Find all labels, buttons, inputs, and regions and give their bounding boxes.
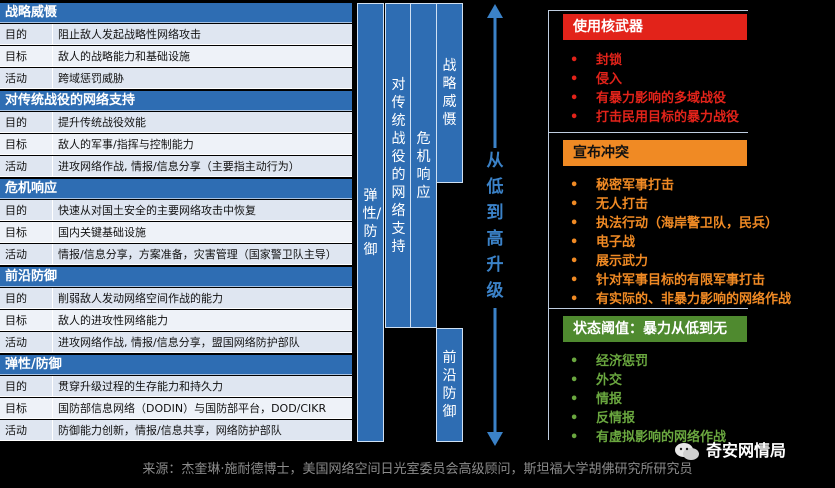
row-value: 情报/信息分享，方案准备，灾害管理（国家警卫队主导） bbox=[52, 244, 352, 264]
row-key: 活动 bbox=[5, 72, 27, 85]
row-key: 目标 bbox=[5, 226, 27, 239]
divider-mid-1 bbox=[548, 132, 748, 133]
column-label: 战略威慑 bbox=[442, 58, 457, 128]
level-list-state-threshold: • 经济惩罚 • 外交 • 情报 • 反情报 • 有虚拟影响的网络作战 bbox=[568, 352, 726, 447]
table-row: 目的 提升传统战役效能 bbox=[0, 112, 352, 133]
row-value: 敌人的军事/指挥与控制能力 bbox=[52, 134, 352, 154]
list-item: • 秘密军事打击 bbox=[570, 178, 675, 193]
column-strategic-deterrence: 战略威慑 bbox=[436, 3, 463, 183]
divider-vertical bbox=[548, 10, 549, 440]
list-item: • 打击民用目标的暴力战役 bbox=[570, 110, 740, 125]
section-title-resilience-defense: 弹性/防御 bbox=[0, 355, 352, 375]
row-value: 跨域惩罚威胁 bbox=[52, 68, 352, 88]
row-value: 国防部信息网络（DODIN）与国防部平台，DOD/CIKR bbox=[52, 398, 352, 418]
column-label: 危机响应 bbox=[416, 130, 431, 201]
row-value: 防御能力创新，情报/信息共享，网络防护部队 bbox=[52, 420, 352, 440]
table-row: 目标 国内关键基础设施 bbox=[0, 222, 352, 243]
row-value: 国内关键基础设施 bbox=[52, 222, 352, 242]
table-row: 目的 削弱敌人发动网络空间作战的能力 bbox=[0, 288, 352, 309]
row-value: 快速从对国土安全的主要网络攻击中恢复 bbox=[52, 200, 352, 220]
row-key: 活动 bbox=[5, 424, 27, 437]
row-value: 削弱敌人发动网络空间作战的能力 bbox=[52, 288, 352, 308]
row-value: 进攻网络作战, 情报/信息分享，盟国网络防护部队 bbox=[52, 332, 352, 352]
table-row: 目标 敌人的进攻性网络能力 bbox=[0, 310, 352, 331]
column-label: 弹性/防御 bbox=[362, 187, 382, 258]
arrow-head-down bbox=[487, 432, 503, 446]
table-row: 活动 防御能力创新，情报/信息共享，网络防护部队 bbox=[0, 420, 352, 441]
list-item: • 有暴力影响的多域战役 bbox=[570, 91, 727, 106]
list-item: • 外交 bbox=[570, 373, 623, 388]
row-value: 进攻网络作战, 情报/信息分享（主要指主动行为） bbox=[52, 156, 352, 176]
column-conventional-support: 对传统战役的网络支持 bbox=[385, 3, 412, 328]
table-row: 目的 阻止敌人发起战略性网络攻击 bbox=[0, 24, 352, 45]
column-resilience-defense: 弹性/防御 bbox=[357, 3, 384, 442]
list-item: • 针对军事目标的有限军事打击 bbox=[570, 273, 766, 288]
table-row: 目的 快速从对国土安全的主要网络攻击中恢复 bbox=[0, 200, 352, 221]
list-item: • 情报 bbox=[570, 392, 623, 407]
list-item: • 反情报 bbox=[570, 411, 636, 426]
table-row: 目标 国防部信息网络（DODIN）与国防部平台，DOD/CIKR bbox=[0, 398, 352, 419]
column-forward-defense: 前沿防御 bbox=[436, 328, 463, 442]
arrow-label: 从低到高升级 bbox=[486, 151, 504, 301]
list-item: • 封锁 bbox=[570, 53, 623, 68]
section-title-conventional-support: 对传统战役的网络支持 bbox=[0, 91, 352, 111]
level-list-nuclear: • 封锁 • 侵入 • 有暴力影响的多域战役 • 打击民用目标的暴力战役 bbox=[568, 51, 739, 127]
row-key: 目的 bbox=[5, 28, 27, 41]
level-title-nuclear: 使用核武器 bbox=[563, 14, 747, 40]
arrow-head-up bbox=[487, 4, 503, 18]
row-key: 目标 bbox=[5, 314, 27, 327]
column-crisis-response: 危机响应 bbox=[410, 3, 437, 328]
table-row: 目的 贯穿升级过程的生存能力和持久力 bbox=[0, 376, 352, 397]
row-value: 贯穿升级过程的生存能力和持久力 bbox=[52, 376, 352, 396]
row-value: 阻止敌人发起战略性网络攻击 bbox=[52, 24, 352, 44]
row-key: 目标 bbox=[5, 50, 27, 63]
row-value: 提升传统战役效能 bbox=[52, 112, 352, 132]
row-key: 活动 bbox=[5, 160, 27, 173]
table-row: 活动 跨域惩罚威胁 bbox=[0, 68, 352, 89]
row-key: 活动 bbox=[5, 248, 27, 261]
section-title-crisis-response: 危机响应 bbox=[0, 179, 352, 199]
level-title-declared-conflict: 宣布冲突 bbox=[563, 140, 747, 166]
source-footer: 来源：杰奎琳·施耐德博士，美国网络空间日光室委员会高级顾问，斯坦福大学胡佛研究所… bbox=[142, 462, 693, 477]
row-key: 目标 bbox=[5, 138, 27, 151]
row-key: 目的 bbox=[5, 292, 27, 305]
table-row: 目标 敌人的战略能力和基础设施 bbox=[0, 46, 352, 67]
divider-top bbox=[548, 10, 748, 11]
table-row: 活动 进攻网络作战, 情报/信息分享（主要指主动行为） bbox=[0, 156, 352, 177]
row-key: 目的 bbox=[5, 380, 27, 393]
list-item: • 无人打击 bbox=[570, 197, 649, 212]
row-key: 目标 bbox=[5, 402, 27, 415]
table-row: 活动 情报/信息分享，方案准备，灾害管理（国家警卫队主导） bbox=[0, 244, 352, 265]
row-key: 目的 bbox=[5, 204, 27, 217]
level-list-declared-conflict: • 秘密军事打击 • 无人打击 • 执法行动（海岸警卫队，民兵） • 电子战 • 展示武力… bbox=[568, 176, 791, 309]
list-item: • 电子战 bbox=[570, 235, 636, 250]
row-value: 敌人的进攻性网络能力 bbox=[52, 310, 352, 330]
list-item: • 有实际的、非暴力影响的网络作战 bbox=[570, 292, 792, 307]
row-value: 敌人的战略能力和基础设施 bbox=[52, 46, 352, 66]
table-row: 目标 敌人的军事/指挥与控制能力 bbox=[0, 134, 352, 155]
row-key: 活动 bbox=[5, 336, 27, 349]
list-item: • 执法行动（海岸警卫队，民兵） bbox=[570, 216, 779, 231]
list-item: • 经济惩罚 bbox=[570, 354, 649, 369]
section-title-strategic-deterrence: 战略威慑 bbox=[0, 3, 352, 23]
list-item: • 展示武力 bbox=[570, 254, 649, 269]
list-item: • 侵入 bbox=[570, 72, 623, 87]
level-title-state-threshold: 状态阈值：暴力从低到无 bbox=[563, 316, 747, 342]
table-row: 活动 进攻网络作战, 情报/信息分享，盟国网络防护部队 bbox=[0, 332, 352, 353]
column-label: 前沿防御 bbox=[442, 350, 457, 420]
section-title-forward-defense: 前沿防御 bbox=[0, 267, 352, 287]
row-key: 目的 bbox=[5, 116, 27, 129]
column-label: 对传统战役的网络支持 bbox=[391, 76, 406, 255]
